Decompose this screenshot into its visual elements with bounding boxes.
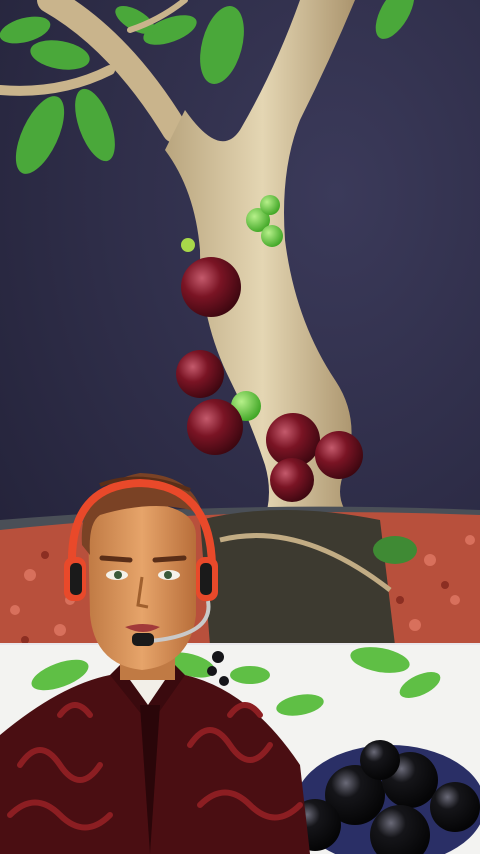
video-frame [0, 0, 480, 854]
avatar-jacket [0, 665, 310, 854]
avatar-overlay [0, 473, 310, 854]
